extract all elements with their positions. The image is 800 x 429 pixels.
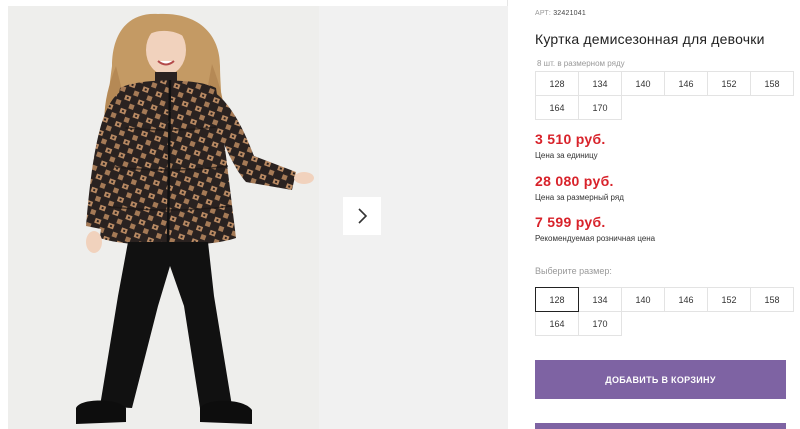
add-to-cart-button[interactable]: ДОБАВИТЬ В КОРЗИНУ [535,360,786,399]
unit-price-label: Цена за единицу [535,151,598,160]
size-option-146[interactable]: 146 [664,287,708,312]
size-option-140[interactable]: 140 [621,287,665,312]
pack-price-label: Цена за размерный ряд [535,193,624,202]
pack-size-cell: 134 [578,71,622,96]
product-title: Куртка демисезонная для девочки [535,31,765,47]
pack-note: 8 шт. в размерном ряду [537,59,625,68]
pack-size-grid: 128 134 140 146 152 158 164 170 [535,71,794,120]
girl-in-jacket-image [8,6,319,429]
size-option-128[interactable]: 128 [535,287,579,312]
pack-price: 28 080 руб. [535,173,614,189]
retail-price-label: Рекомендуемая розничная цена [535,234,656,243]
sku-prefix: АРТ: [535,10,552,17]
choose-size-label: Выберите размер: [535,266,612,276]
unit-price: 3 510 руб. [535,131,606,147]
product-photo[interactable] [8,6,319,429]
pack-size-cell: 128 [535,71,579,96]
secondary-button[interactable] [535,423,786,429]
size-option-152[interactable]: 152 [707,287,751,312]
retail-price: 7 599 руб. [535,214,606,230]
product-sku: АРТ: 32421041 [535,10,586,17]
size-option-134[interactable]: 134 [578,287,622,312]
chevron-right-icon [358,208,368,224]
size-option-164[interactable]: 164 [535,311,579,336]
pack-size-cell: 170 [578,95,622,120]
sku-value: 32421041 [553,10,586,17]
size-selector: 128 134 140 146 152 158 164 170 [535,287,794,336]
size-option-158[interactable]: 158 [750,287,794,312]
pack-size-cell: 164 [535,95,579,120]
pack-size-cell: 152 [707,71,751,96]
pack-size-cell: 158 [750,71,794,96]
product-gallery [0,0,508,429]
size-option-170[interactable]: 170 [578,311,622,336]
pack-size-cell: 146 [664,71,708,96]
gallery-next-button[interactable] [343,197,381,235]
pack-size-cell: 140 [621,71,665,96]
